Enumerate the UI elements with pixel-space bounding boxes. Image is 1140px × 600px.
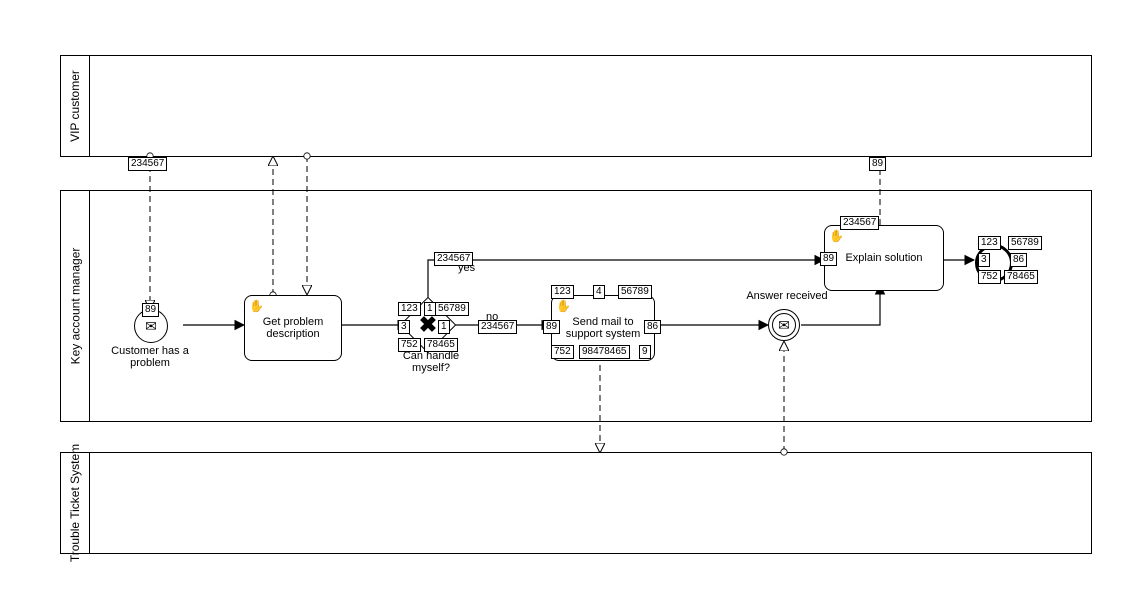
manual-task-icon: ✋ xyxy=(829,230,844,243)
boxlabel: 234567 xyxy=(128,157,167,171)
boxlabel: 3 xyxy=(398,320,410,334)
boxlabel: 56789 xyxy=(1008,236,1042,250)
task-send-mail-label: Send mail to support system xyxy=(554,316,652,340)
boxlabel: 89 xyxy=(869,157,886,171)
boxlabel: 3 xyxy=(978,253,990,267)
gateway-label: Can handle myself? xyxy=(396,350,466,374)
boxlabel: 752 xyxy=(398,338,421,352)
intermediate-event-label: Answer received xyxy=(738,290,836,302)
boxlabel: 89 xyxy=(543,320,560,334)
boxlabel: 78465 xyxy=(424,338,458,352)
boxlabel: 234567 xyxy=(840,216,879,230)
envelope-icon: ✉ xyxy=(145,318,157,335)
boxlabel: 56789 xyxy=(435,302,469,316)
boxlabel: 123 xyxy=(551,285,574,299)
intermediate-event[interactable]: ✉ xyxy=(768,309,800,341)
boxlabel: 56789 xyxy=(618,285,652,299)
task-explain-label: Explain solution xyxy=(845,252,922,264)
boxlabel: 86 xyxy=(644,320,661,334)
boxlabel: 752 xyxy=(551,345,574,359)
pool-tts[interactable]: Trouble Ticket System xyxy=(60,452,1092,554)
pool-title-vip: VIP customer xyxy=(68,70,82,142)
start-event-label: Customer has a problem xyxy=(110,345,190,369)
boxlabel: 123 xyxy=(398,302,421,316)
boxlabel: 9 xyxy=(639,345,651,359)
boxlabel: 98478465 xyxy=(579,345,630,359)
boxlabel: 1 xyxy=(424,302,436,316)
bpmn-canvas: VIP customer Key account manager Trouble… xyxy=(0,0,1140,600)
boxlabel: 89 xyxy=(142,303,159,317)
manual-task-icon: ✋ xyxy=(556,300,571,313)
boxlabel: 234567 xyxy=(434,252,473,266)
pool-label-vip: VIP customer xyxy=(61,56,90,156)
boxlabel: 234567 xyxy=(478,320,517,334)
task-get-problem[interactable]: ✋ Get problem description xyxy=(244,295,342,361)
pool-label-tts: Trouble Ticket System xyxy=(61,453,90,553)
boxlabel: 89 xyxy=(820,252,837,266)
envelope-icon: ✉ xyxy=(778,317,790,334)
boxlabel: 1 xyxy=(438,320,450,334)
task-explain[interactable]: ✋ Explain solution xyxy=(824,225,944,291)
pool-label-kam: Key account manager xyxy=(61,191,90,421)
boxlabel: 78465 xyxy=(1004,270,1038,284)
pool-vip[interactable]: VIP customer xyxy=(60,55,1092,157)
boxlabel: 4 xyxy=(593,285,605,299)
boxlabel: 123 xyxy=(978,236,1001,250)
pool-title-tts: Trouble Ticket System xyxy=(68,444,82,562)
pool-title-kam: Key account manager xyxy=(68,248,82,365)
manual-task-icon: ✋ xyxy=(249,300,264,313)
boxlabel: 86 xyxy=(1010,253,1027,267)
task-get-problem-label: Get problem description xyxy=(247,316,339,340)
boxlabel: 752 xyxy=(978,270,1001,284)
